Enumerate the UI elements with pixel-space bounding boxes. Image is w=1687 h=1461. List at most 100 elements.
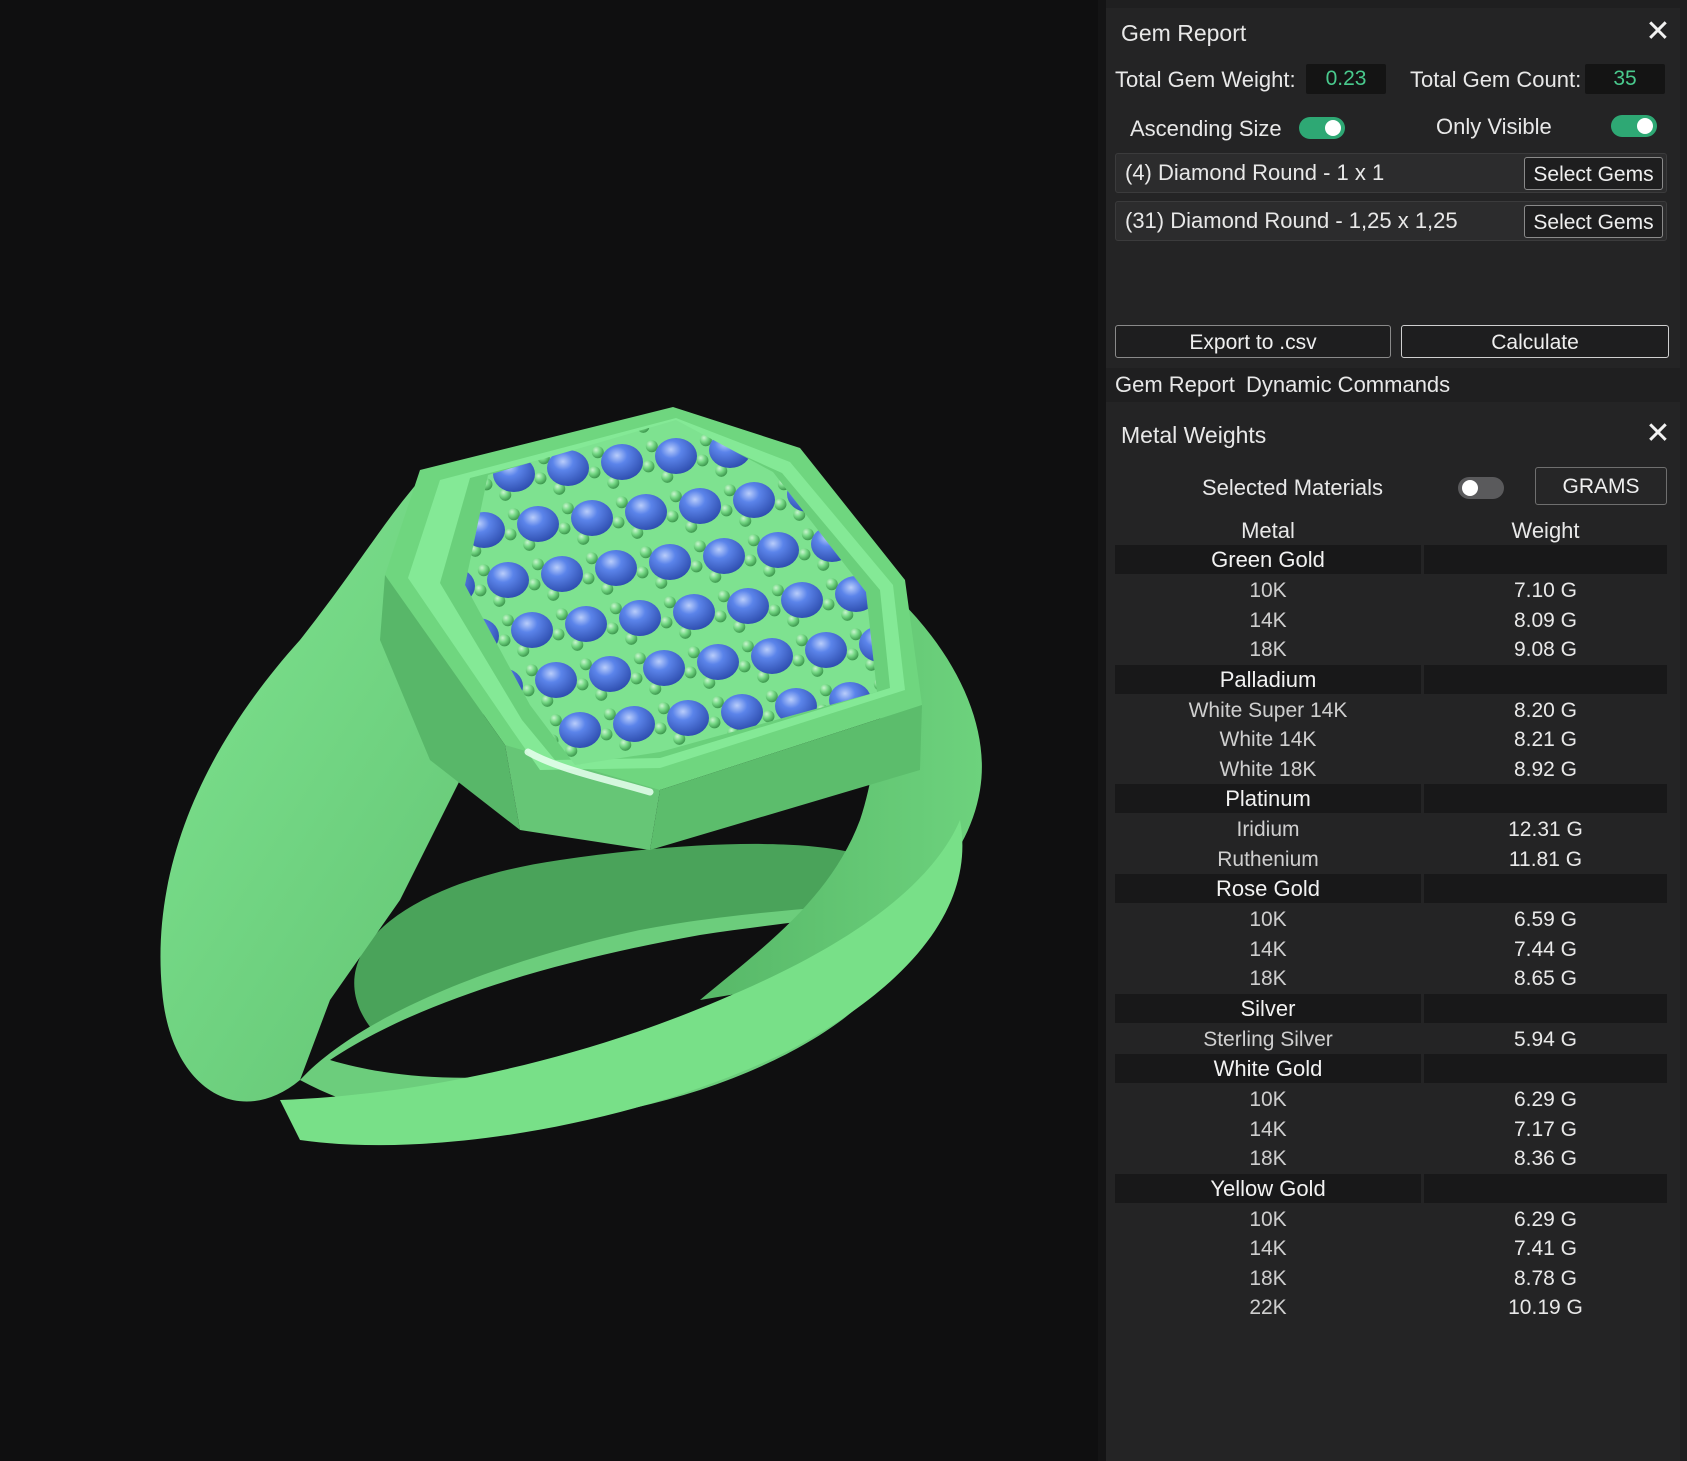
diamond-gem[interactable] (571, 500, 613, 536)
diamond-gem[interactable] (589, 656, 631, 692)
diamond-gem[interactable] (973, 508, 1015, 544)
diamond-gem[interactable] (793, 370, 835, 406)
metal-item-row[interactable]: White 18K 8.92 G (1115, 755, 1667, 784)
metal-item-row[interactable]: 14K 7.17 G (1115, 1115, 1667, 1144)
diamond-gem[interactable] (331, 474, 373, 510)
diamond-gem[interactable] (1015, 714, 1057, 750)
diamond-gem[interactable] (739, 376, 781, 412)
diamond-gem[interactable] (901, 358, 943, 394)
metal-item-row[interactable]: Sterling Silver 5.94 G (1115, 1025, 1667, 1054)
diamond-gem[interactable] (1039, 764, 1081, 800)
ring-model[interactable] (0, 0, 1098, 1461)
metal-item-row[interactable]: White Super 14K 8.20 G (1115, 696, 1667, 725)
diamond-gem[interactable] (361, 418, 403, 454)
metal-item-row[interactable]: 10K 7.10 G (1115, 576, 1667, 605)
diamond-gem[interactable] (847, 364, 889, 400)
diamond-gem[interactable] (727, 588, 769, 624)
diamond-gem[interactable] (841, 470, 883, 506)
diamond-gem[interactable] (1021, 608, 1063, 644)
diamond-gem[interactable] (895, 464, 937, 500)
diamond-gem[interactable] (523, 400, 565, 436)
diamond-gem[interactable] (559, 712, 601, 748)
diamond-gem[interactable] (703, 538, 745, 574)
metal-item-row[interactable]: White 14K 8.21 G (1115, 725, 1667, 754)
metal-item-row[interactable]: 18K 9.08 G (1115, 635, 1667, 664)
metal-item-row[interactable]: 18K 8.65 G (1115, 964, 1667, 993)
diamond-gem[interactable] (997, 558, 1039, 594)
diamond-gem[interactable] (511, 612, 553, 648)
diamond-gem[interactable] (925, 408, 967, 444)
3d-viewport[interactable] (0, 0, 1098, 1461)
diamond-gem[interactable] (685, 382, 727, 418)
metal-item-row[interactable]: Iridium 12.31 G (1115, 815, 1667, 844)
diamond-gem[interactable] (595, 550, 637, 586)
export-csv-button[interactable]: Export to .csv (1115, 325, 1391, 358)
diamond-gem[interactable] (679, 488, 721, 524)
diamond-gem[interactable] (565, 606, 607, 642)
only-visible-toggle[interactable] (1611, 115, 1657, 137)
diamond-gem[interactable] (607, 338, 649, 374)
diamond-gem[interactable] (871, 414, 913, 450)
diamond-gem[interactable] (1069, 708, 1098, 744)
diamond-gem[interactable] (919, 514, 961, 550)
diamond-gem[interactable] (733, 482, 775, 518)
diamond-gem[interactable] (337, 368, 379, 404)
diamond-gem[interactable] (781, 582, 823, 618)
diamond-gem[interactable] (1063, 814, 1098, 850)
tab-dynamic-commands[interactable]: Dynamic Commands (1246, 372, 1450, 398)
tab-gem-report[interactable]: Gem Report (1115, 372, 1235, 398)
diamond-gem[interactable] (985, 770, 1027, 806)
diamond-gem[interactable] (757, 532, 799, 568)
metal-item-row[interactable]: 10K 6.59 G (1115, 905, 1667, 934)
close-icon[interactable]: ✕ (1644, 419, 1672, 449)
metal-item-row[interactable]: 18K 8.78 G (1115, 1264, 1667, 1293)
diamond-gem[interactable] (625, 494, 667, 530)
diamond-gem[interactable] (613, 706, 655, 742)
metal-item-row[interactable]: 18K 8.36 G (1115, 1144, 1667, 1173)
diamond-gem[interactable] (991, 664, 1033, 700)
ascending-size-toggle[interactable] (1299, 117, 1345, 139)
metal-item-row[interactable]: 10K 6.29 G (1115, 1205, 1667, 1234)
diamond-gem[interactable] (619, 600, 661, 636)
diamond-gem[interactable] (487, 562, 529, 598)
metal-item-row[interactable]: 14K 7.41 G (1115, 1234, 1667, 1263)
diamond-gem[interactable] (655, 438, 697, 474)
metal-item-row[interactable]: 10K 6.29 G (1115, 1085, 1667, 1114)
metal-item-row[interactable]: 22K 10.19 G (1115, 1293, 1667, 1322)
diamond-gem[interactable] (823, 314, 865, 350)
diamond-gem[interactable] (805, 632, 847, 668)
select-gems-button[interactable]: Select Gems (1524, 205, 1663, 238)
diamond-gem[interactable] (307, 424, 349, 460)
diamond-gem[interactable] (967, 614, 1009, 650)
gem-row[interactable]: (31) Diamond Round - 1,25 x 1,25 Select … (1115, 201, 1667, 241)
diamond-gem[interactable] (949, 458, 991, 494)
diamond-gem[interactable] (877, 308, 919, 344)
diamond-gem[interactable] (499, 350, 541, 386)
diamond-gem[interactable] (283, 374, 325, 410)
diamond-gem[interactable] (517, 506, 559, 542)
diamond-gem[interactable] (817, 420, 859, 456)
selected-materials-toggle[interactable] (1458, 477, 1504, 499)
metal-item-row[interactable]: 14K 8.09 G (1115, 606, 1667, 635)
diamond-gem[interactable] (667, 700, 709, 736)
diamond-gem[interactable] (541, 556, 583, 592)
diamond-gem[interactable] (751, 638, 793, 674)
diamond-gem[interactable] (553, 344, 595, 380)
diamond-gem[interactable] (769, 320, 811, 356)
diamond-gem[interactable] (601, 444, 643, 480)
diamond-gem[interactable] (697, 644, 739, 680)
diamond-gem[interactable] (721, 694, 763, 730)
diamond-gem[interactable] (643, 650, 685, 686)
diamond-gem[interactable] (673, 594, 715, 630)
close-icon[interactable]: ✕ (1644, 17, 1672, 47)
diamond-gem[interactable] (661, 332, 703, 368)
diamond-gem[interactable] (1045, 658, 1087, 694)
gem-row[interactable]: (4) Diamond Round - 1 x 1 Select Gems (1115, 153, 1667, 193)
diamond-gem[interactable] (415, 412, 457, 448)
diamond-gem[interactable] (391, 362, 433, 398)
diamond-gem[interactable] (715, 326, 757, 362)
diamond-gem[interactable] (943, 564, 985, 600)
metal-item-row[interactable]: 14K 7.44 G (1115, 935, 1667, 964)
diamond-gem[interactable] (535, 662, 577, 698)
calculate-button[interactable]: Calculate (1401, 325, 1669, 358)
